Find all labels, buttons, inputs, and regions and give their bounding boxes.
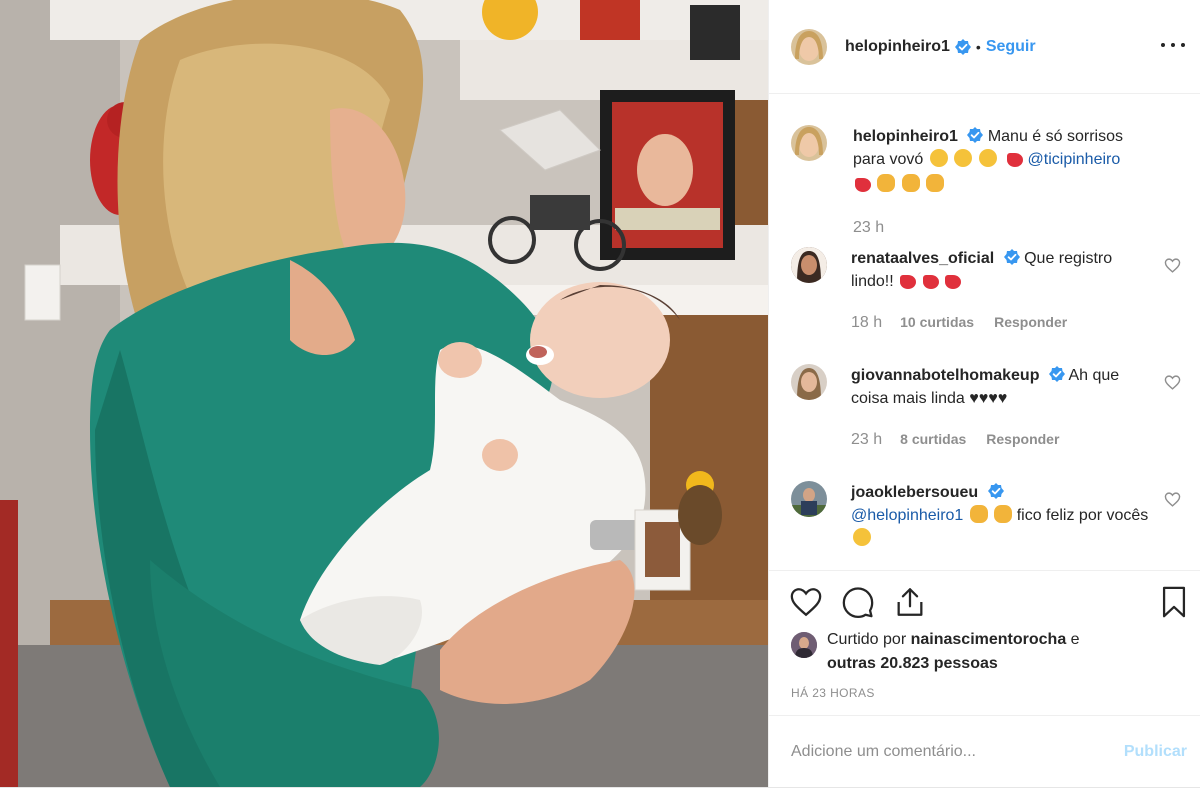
instagram-post-modal: helopinheiro1 • Seguir helopinheiro1 Man… bbox=[0, 0, 1200, 800]
grinning-face-emoji-icon bbox=[978, 149, 997, 167]
separator-dot: • bbox=[975, 38, 981, 55]
comment-icon[interactable] bbox=[841, 585, 875, 619]
comment-input[interactable] bbox=[791, 734, 1091, 770]
post-sidebar: helopinheiro1 • Seguir helopinheiro1 Man… bbox=[768, 0, 1200, 787]
liked-by-prefix: Curtido por bbox=[827, 631, 907, 648]
comment-item: renataalves_oficial Que registro lindo!!… bbox=[791, 247, 1181, 334]
verified-badge-icon bbox=[987, 483, 1004, 499]
heart-emoji-icon bbox=[900, 275, 917, 289]
comment-mention[interactable]: @helopinheiro1 bbox=[851, 507, 963, 524]
comment-time[interactable]: 18 h bbox=[851, 311, 882, 334]
verified-badge-icon bbox=[954, 38, 971, 55]
caption-mention[interactable]: @ticipinheiro bbox=[1028, 151, 1121, 168]
caption-time[interactable]: 23 h bbox=[853, 216, 884, 239]
comment-likes[interactable]: 8 curtidas bbox=[900, 428, 966, 451]
liker-avatar[interactable] bbox=[791, 632, 817, 658]
liker-username[interactable]: nainascimentorocha bbox=[911, 631, 1067, 648]
heart-emoji-icon bbox=[1007, 153, 1024, 167]
folded-hands-emoji-icon bbox=[926, 174, 945, 192]
grinning-face-emoji-icon bbox=[954, 149, 973, 167]
verified-badge-icon bbox=[1003, 249, 1020, 265]
heart-emoji-icon bbox=[922, 275, 939, 289]
caption-avatar[interactable] bbox=[791, 125, 827, 161]
liked-by-suffix: e bbox=[1070, 631, 1080, 648]
add-comment-bar: Publicar bbox=[769, 715, 1200, 787]
verified-badge-icon bbox=[967, 127, 984, 143]
post-photo[interactable] bbox=[0, 0, 768, 787]
commenter-avatar[interactable] bbox=[791, 481, 827, 517]
post-header: helopinheiro1 • Seguir bbox=[769, 0, 1200, 94]
comment-likes[interactable]: 10 curtidas bbox=[900, 311, 974, 334]
like-comment-heart-icon[interactable] bbox=[1164, 257, 1181, 274]
photo-illustration bbox=[0, 0, 768, 787]
comment-item: giovannabotelhomakeup Ah que coisa mais … bbox=[791, 364, 1181, 451]
more-options-icon[interactable] bbox=[1161, 36, 1185, 54]
post-timestamp[interactable]: HÁ 23 HORAS bbox=[791, 686, 875, 700]
comments-list[interactable]: helopinheiro1 Manu é só sorrisos para vo… bbox=[769, 95, 1200, 569]
page-bottom-border bbox=[0, 787, 1200, 800]
comment-text: fico feliz por vocês bbox=[1016, 507, 1149, 524]
clapping-hands-emoji-icon bbox=[994, 505, 1013, 523]
commenter-avatar[interactable] bbox=[791, 247, 827, 283]
like-comment-heart-icon[interactable] bbox=[1164, 491, 1181, 508]
grinning-face-emoji-icon bbox=[929, 149, 948, 167]
clapping-hands-emoji-icon bbox=[969, 505, 988, 523]
likes-count[interactable]: outras 20.823 pessoas bbox=[827, 655, 998, 672]
author-avatar[interactable] bbox=[791, 28, 827, 65]
comment-username[interactable]: renataalves_oficial bbox=[851, 250, 994, 267]
author-username[interactable]: helopinheiro1 bbox=[845, 38, 950, 56]
liked-by: Curtido por nainascimentorocha e outras … bbox=[791, 628, 1191, 676]
follow-button[interactable]: Seguir bbox=[986, 38, 1036, 56]
verified-badge-icon bbox=[1048, 366, 1065, 382]
comment-username[interactable]: giovannabotelhomakeup bbox=[851, 367, 1039, 384]
commenter-avatar[interactable] bbox=[791, 364, 827, 400]
reply-button[interactable]: Responder bbox=[994, 311, 1067, 334]
reply-button[interactable]: Responder bbox=[986, 428, 1059, 451]
kissing-face-emoji-icon bbox=[853, 528, 871, 546]
folded-hands-emoji-icon bbox=[877, 174, 896, 192]
folded-hands-emoji-icon bbox=[901, 174, 920, 192]
bookmark-icon[interactable] bbox=[1157, 585, 1191, 619]
post-actions bbox=[769, 570, 1200, 630]
heart-emoji-icon bbox=[945, 275, 962, 289]
caption-username[interactable]: helopinheiro1 bbox=[853, 128, 958, 145]
publish-button[interactable]: Publicar bbox=[1124, 743, 1187, 761]
comment-username[interactable]: joaoklebersoueu bbox=[851, 484, 978, 501]
share-icon[interactable] bbox=[893, 585, 927, 619]
heart-emoji-icon bbox=[855, 178, 871, 192]
like-comment-heart-icon[interactable] bbox=[1164, 374, 1181, 391]
comment-item: joaoklebersoueu @helopinheiro1 fico feli… bbox=[791, 481, 1181, 550]
heart-icon[interactable] bbox=[789, 585, 823, 619]
comment-time[interactable]: 23 h bbox=[851, 428, 882, 451]
caption: helopinheiro1 Manu é só sorrisos para vo… bbox=[791, 125, 1181, 239]
